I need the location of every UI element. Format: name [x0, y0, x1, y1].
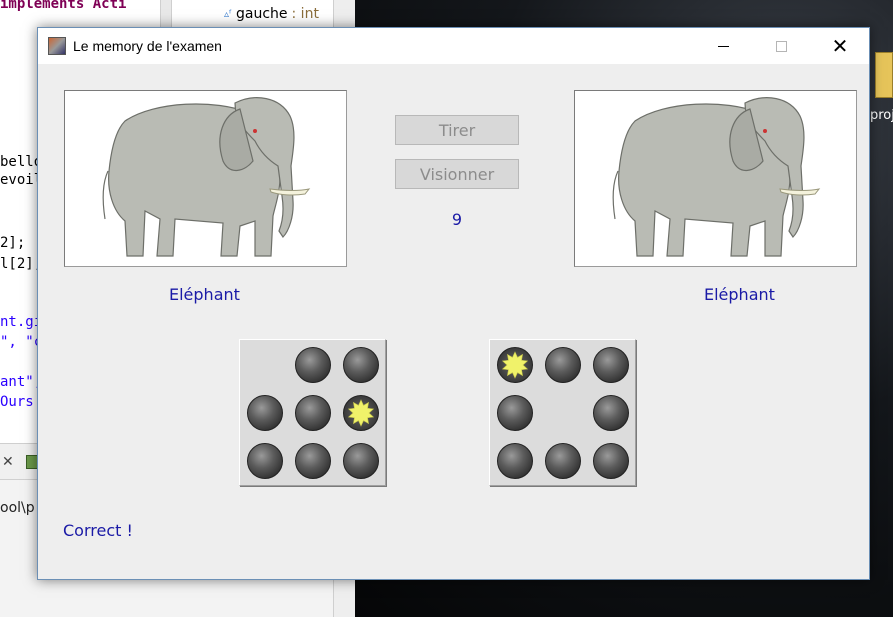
ball-icon — [593, 443, 629, 479]
ball-icon — [343, 443, 379, 479]
maximize-button[interactable] — [752, 28, 810, 64]
code-line: ", "c — [0, 334, 43, 350]
view-button[interactable]: Visionner — [395, 159, 519, 189]
grid-cell[interactable] — [342, 346, 380, 384]
grid-cell[interactable] — [246, 346, 284, 384]
code-line: bello — [0, 154, 43, 170]
right-ball-grid[interactable] — [489, 339, 636, 486]
grid-cell[interactable] — [246, 394, 284, 432]
outline-field-name: gauche — [235, 6, 288, 22]
grid-cell[interactable] — [294, 346, 332, 384]
ball-icon — [295, 395, 331, 431]
ball-icon — [593, 347, 629, 383]
close-icon[interactable]: ✕ — [2, 454, 14, 470]
title-bar[interactable]: Le memory de l'examen ✕ — [38, 28, 869, 64]
left-ball-grid[interactable] — [239, 339, 386, 486]
grid-cell[interactable] — [342, 442, 380, 480]
grid-cell[interactable] — [496, 442, 534, 480]
status-message: Correct ! — [63, 521, 133, 540]
maximize-icon — [775, 40, 787, 52]
grid-cell[interactable] — [496, 394, 534, 432]
grid-cell[interactable] — [496, 346, 534, 384]
elephant-icon — [102, 97, 311, 257]
minimize-button[interactable] — [694, 28, 752, 64]
code-line: nt.gi — [0, 314, 43, 330]
grid-cell[interactable] — [592, 394, 630, 432]
grid-cell[interactable] — [342, 394, 380, 432]
app-icon — [48, 37, 66, 55]
remaining-counter: 9 — [451, 210, 463, 229]
grid-cell[interactable] — [544, 346, 582, 384]
close-icon: ✕ — [831, 34, 849, 58]
folder-icon[interactable] — [875, 52, 893, 98]
grid-cell[interactable] — [246, 442, 284, 480]
code-line: implements Acti — [0, 0, 127, 12]
outline-field-type: : int — [291, 6, 319, 22]
ball-icon — [247, 443, 283, 479]
left-card-image — [64, 90, 347, 267]
grid-cell[interactable] — [294, 394, 332, 432]
outline-field-item[interactable]: ▵ᶠ gauche : int — [224, 6, 319, 22]
console-path: ool\p — [0, 500, 35, 516]
right-card-label: Eléphant — [704, 285, 775, 304]
window-title: Le memory de l'examen — [73, 38, 222, 54]
code-line: ant", — [0, 374, 43, 390]
grid-cell[interactable] — [544, 442, 582, 480]
grid-cell[interactable] — [544, 394, 582, 432]
close-button[interactable]: ✕ — [811, 28, 869, 64]
star-icon — [497, 347, 533, 383]
ball-icon — [497, 443, 533, 479]
memory-window: Le memory de l'examen ✕ Eléphant Eléphan… — [37, 27, 870, 580]
elephant-icon — [612, 97, 821, 257]
ball-icon — [247, 395, 283, 431]
draw-button[interactable]: Tirer — [395, 115, 519, 145]
grid-cell[interactable] — [294, 442, 332, 480]
ball-icon — [295, 443, 331, 479]
ball-icon — [295, 347, 331, 383]
right-card-image — [574, 90, 857, 267]
code-line: 2]; — [0, 235, 26, 251]
game-panel: Eléphant Eléphant Tirer Visionner 9 Corr… — [38, 64, 869, 580]
star-icon — [343, 395, 379, 431]
code-line: evoil — [0, 172, 43, 188]
left-card-label: Eléphant — [169, 285, 240, 304]
grid-cell[interactable] — [592, 346, 630, 384]
field-icon: ▵ᶠ — [224, 8, 232, 20]
code-line: l[2]; — [0, 256, 43, 272]
grid-cell[interactable] — [592, 442, 630, 480]
ball-icon — [545, 443, 581, 479]
code-line: Ours — [0, 394, 34, 410]
ball-icon — [343, 347, 379, 383]
desktop-folder-label[interactable]: proj — [870, 108, 893, 123]
minimize-icon — [717, 45, 729, 47]
ball-icon — [545, 347, 581, 383]
ball-icon — [593, 395, 629, 431]
ball-icon — [497, 395, 533, 431]
